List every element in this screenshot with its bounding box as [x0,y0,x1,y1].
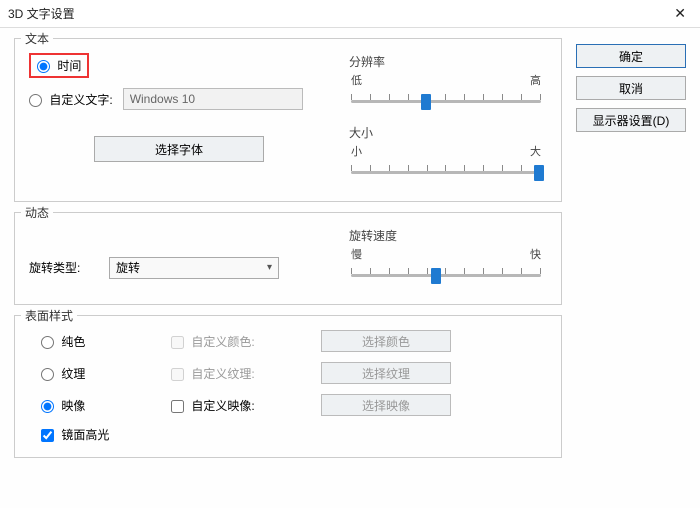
speed-slider[interactable] [345,264,547,288]
choose-font-button[interactable]: 选择字体 [94,136,264,162]
choose-texture-button: 选择纹理 [321,362,451,384]
check-custom-color[interactable]: 自定义颜色: [171,333,311,350]
group-motion: 动态 旋转类型: 旋转 ▾ 旋转速度 慢 快 [14,212,562,305]
titlebar: 3D 文字设置 ✕ [0,0,700,28]
check-spec-highlight[interactable]: 镜面高光 [41,426,109,443]
size-slider[interactable] [345,161,547,185]
group-motion-legend: 动态 [21,204,53,221]
cancel-button[interactable]: 取消 [576,76,686,100]
spin-type-select[interactable]: 旋转 ▾ [109,257,279,279]
size-label: 大小 [345,124,547,141]
chevron-down-icon: ▾ [267,262,272,273]
check-custom-image-input[interactable] [171,400,184,413]
check-custom-image[interactable]: 自定义映像: [171,397,311,414]
radio-texture[interactable]: 纹理 [41,365,161,382]
window-title: 3D 文字设置 [8,5,668,22]
speed-label: 旋转速度 [345,227,547,244]
radio-image[interactable]: 映像 [41,397,161,414]
check-custom-texture-input [171,368,184,381]
radio-time[interactable]: 时间 [37,57,81,74]
radio-time-input[interactable] [37,60,50,73]
radio-texture-input[interactable] [41,368,54,381]
radio-custom-input[interactable] [29,94,42,107]
group-surface: 表面样式 纯色 自定义颜色: 选择颜色 纹理 [14,315,562,458]
group-text-legend: 文本 [21,30,53,47]
group-text: 文本 时间 自定义文字: [14,38,562,202]
radio-custom[interactable]: 自定义文字: [29,91,113,108]
choose-color-button: 选择颜色 [321,330,451,352]
display-settings-button[interactable]: 显示器设置(D) [576,108,686,132]
radio-solid-input[interactable] [41,336,54,349]
group-surface-legend: 表面样式 [21,307,77,324]
check-custom-texture[interactable]: 自定义纹理: [171,365,311,382]
resolution-slider[interactable] [345,90,547,114]
close-icon[interactable]: ✕ [668,3,692,24]
custom-text-input[interactable] [123,88,303,110]
choose-image-button: 选择映像 [321,394,451,416]
spin-type-label: 旋转类型: [29,259,89,276]
ok-button[interactable]: 确定 [576,44,686,68]
radio-image-input[interactable] [41,400,54,413]
radio-solid[interactable]: 纯色 [41,333,161,350]
check-spec-highlight-input[interactable] [41,429,54,442]
highlight-time: 时间 [29,53,89,78]
resolution-label: 分辨率 [345,53,547,70]
check-custom-color-input [171,336,184,349]
